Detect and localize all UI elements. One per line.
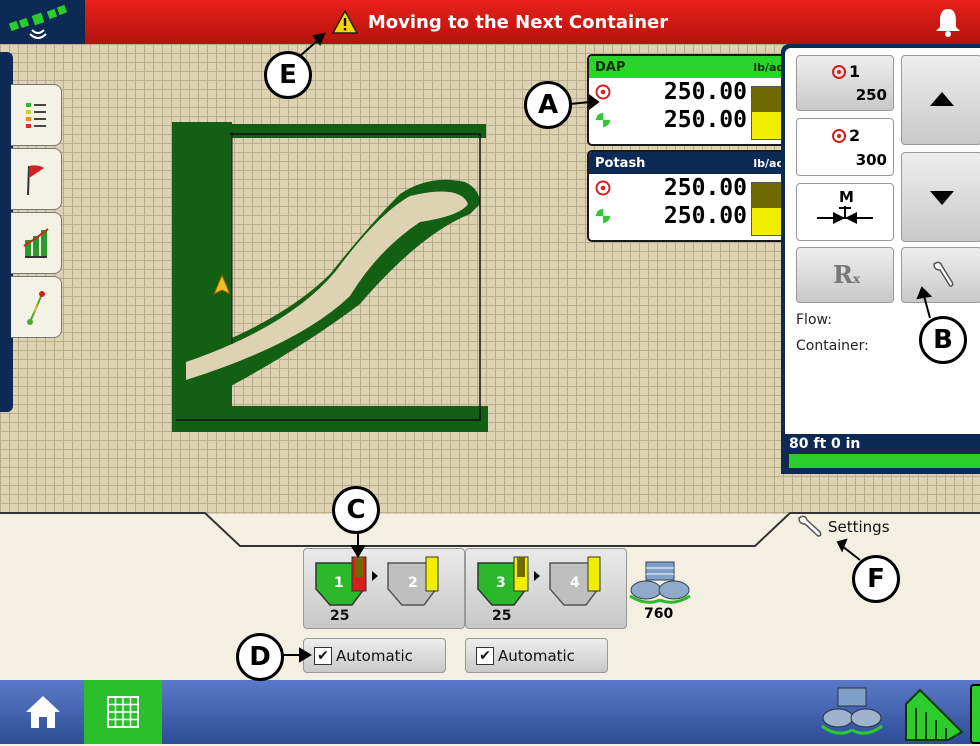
- callout-leaders: [282, 32, 933, 663]
- callout-f: F: [852, 555, 900, 603]
- callout-a: A: [524, 81, 572, 129]
- callout-b: B: [919, 316, 967, 364]
- callout-d: D: [236, 633, 284, 681]
- callout-e: E: [264, 51, 312, 99]
- callout-c: C: [332, 486, 380, 534]
